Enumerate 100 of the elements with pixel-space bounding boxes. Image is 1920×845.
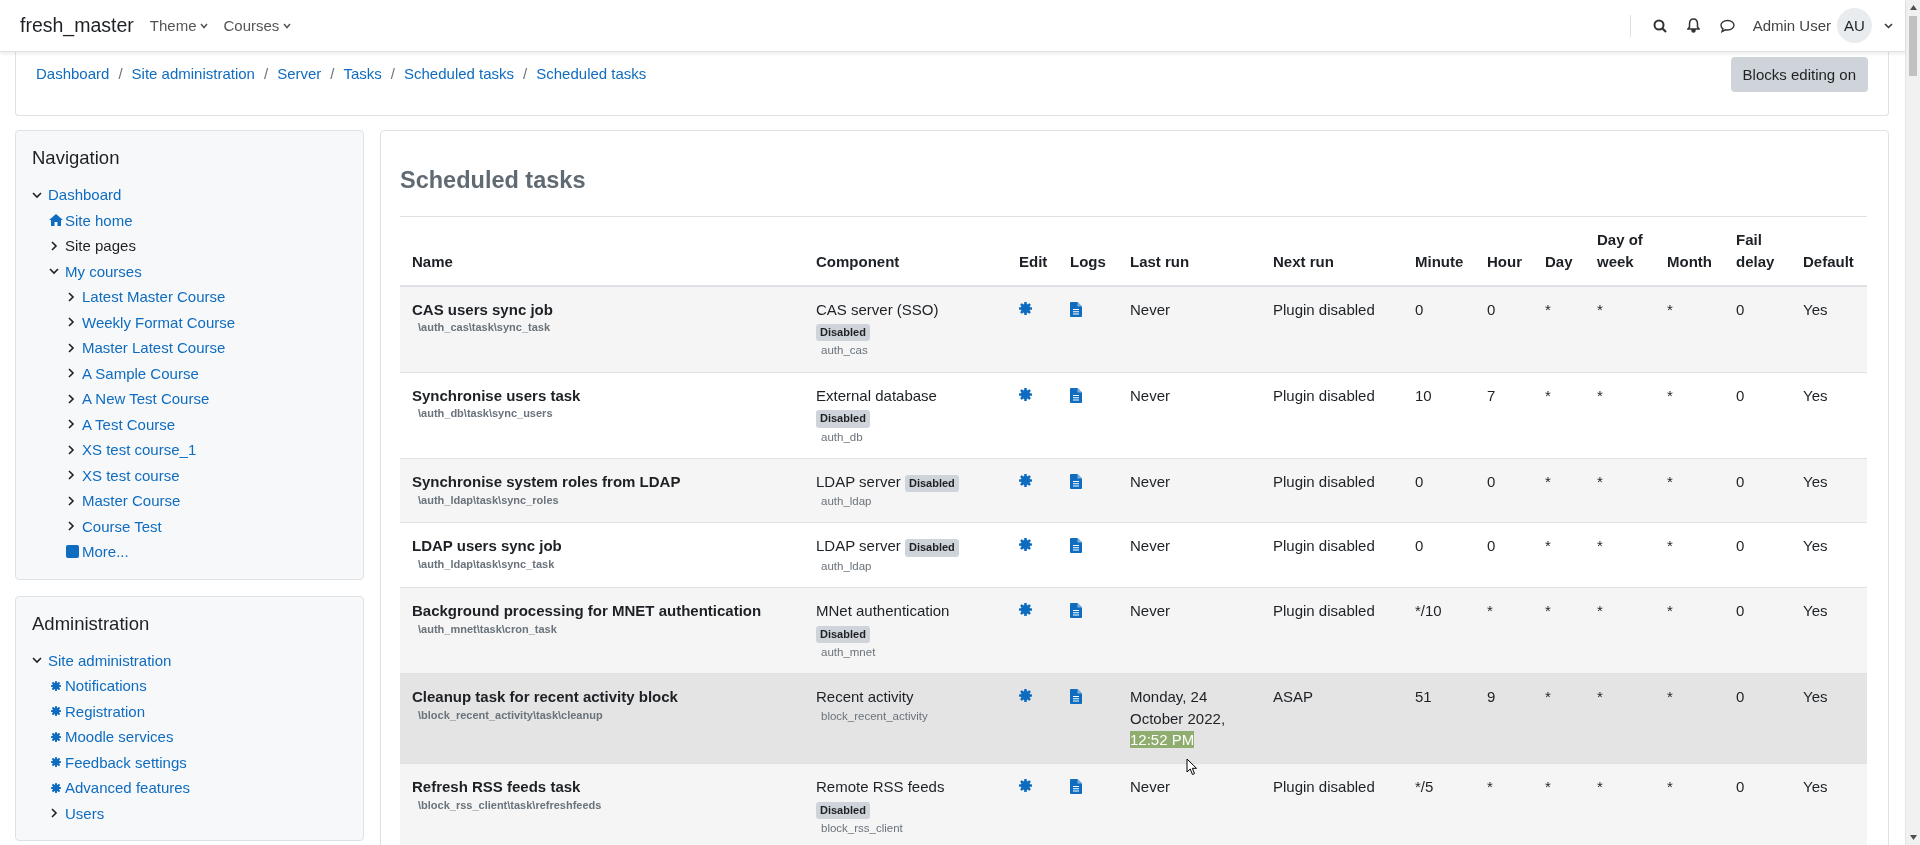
chevron-down-icon <box>49 266 59 277</box>
tree-item[interactable]: My courses <box>65 262 142 280</box>
settings-icon <box>51 678 61 693</box>
component-name: Remote RSS feeds <box>816 778 945 796</box>
chevron-right-icon <box>66 495 76 506</box>
tree-item[interactable]: Moodle services <box>65 728 174 746</box>
tree-item[interactable]: Users <box>65 804 105 822</box>
table-cell: * <box>1545 472 1551 490</box>
table-cell: Yes <box>1803 778 1828 796</box>
tree-item[interactable]: XS test course <box>82 466 180 484</box>
document-icon[interactable] <box>1070 473 1082 489</box>
task-classname: \auth_cas\task\sync_task <box>417 320 552 336</box>
status-badge: Disabled <box>904 474 959 493</box>
breadcrumb-separator: / <box>330 65 335 82</box>
tree-item[interactable]: A Test Course <box>82 415 176 433</box>
chevron-right-icon <box>66 419 76 430</box>
table-cell: Yes <box>1803 300 1828 318</box>
tree-item[interactable]: Course Test <box>82 517 162 535</box>
settings-icon <box>1019 688 1032 702</box>
settings-icon <box>1019 538 1032 552</box>
breadcrumb-link[interactable]: Scheduled tasks <box>404 65 515 82</box>
task-name: Refresh RSS feeds task <box>412 777 582 798</box>
user-avatar[interactable]: AU <box>1837 8 1872 43</box>
last-run-time: Never <box>1130 600 1171 621</box>
task-classname: \auth_db\task\sync_users <box>417 406 554 422</box>
component-name: Recent activity <box>816 687 914 705</box>
column-header: Default <box>1803 252 1854 270</box>
table-cell: * <box>1667 300 1673 318</box>
tree-item[interactable]: Latest Master Course <box>82 288 226 306</box>
table-cell: 0 <box>1736 778 1745 796</box>
tree-item[interactable]: Registration <box>65 702 146 720</box>
next-run-time: Plugin disabled <box>1273 601 1375 619</box>
block-title: Navigation <box>32 147 121 169</box>
search-icon[interactable] <box>1652 18 1667 33</box>
tree-item[interactable]: Advanced features <box>65 779 191 797</box>
document-icon[interactable] <box>1070 387 1082 403</box>
document-icon[interactable] <box>1070 602 1082 618</box>
document-icon[interactable] <box>1070 301 1082 317</box>
user-name[interactable]: Admin User <box>1752 17 1831 34</box>
column-header: Name <box>412 252 453 270</box>
menu-dropdown[interactable]: Courses <box>223 17 292 34</box>
task-classname: \auth_mnet\task\cron_task <box>417 621 558 637</box>
status-badge: Disabled <box>816 801 870 820</box>
document-icon[interactable] <box>1070 779 1082 795</box>
breadcrumb-link[interactable]: Server <box>277 65 322 82</box>
tree-item[interactable]: Site pages <box>65 237 136 255</box>
breadcrumb-link[interactable]: Scheduled tasks <box>536 65 647 82</box>
tree-item[interactable]: Weekly Format Course <box>82 313 236 331</box>
scroll-up-arrow-icon[interactable] <box>1909 5 1917 10</box>
task-name: Cleanup task for recent activity block <box>412 686 679 707</box>
column-header: Day <box>1545 252 1573 270</box>
table-cell: * <box>1667 687 1673 705</box>
tree-item[interactable]: More... <box>82 543 129 561</box>
tree-item[interactable]: Dashboard <box>48 186 122 204</box>
plugin-name: auth_ldap <box>820 494 873 510</box>
table-cell: 0 <box>1487 472 1496 490</box>
blocks-editing-button[interactable]: Blocks editing on <box>1730 57 1868 92</box>
column-header: Next run <box>1273 252 1334 270</box>
document-icon[interactable] <box>1070 688 1082 704</box>
table-cell: Yes <box>1803 386 1828 404</box>
site-name[interactable]: fresh_master <box>20 14 134 37</box>
scrollbar[interactable] <box>1905 0 1920 845</box>
breadcrumb-separator: / <box>118 65 123 82</box>
tree-item[interactable]: Master Course <box>82 492 181 510</box>
tree-item[interactable]: Feedback settings <box>65 753 187 771</box>
next-run-time: ASAP <box>1273 687 1314 705</box>
breadcrumb-link[interactable]: Dashboard <box>36 65 110 82</box>
tree-item[interactable]: XS test course_1 <box>82 441 197 459</box>
component-name: MNet authentication <box>816 601 950 619</box>
table-cell: Yes <box>1803 472 1828 490</box>
scroll-down-arrow-icon[interactable] <box>1909 835 1917 840</box>
last-run-time: Never <box>1130 777 1171 798</box>
table-cell: * <box>1667 537 1673 555</box>
plugin-name: auth_cas <box>820 343 869 359</box>
table-cell: * <box>1597 537 1603 555</box>
tree-item[interactable]: Site home <box>65 211 133 229</box>
tree-item[interactable]: Notifications <box>65 677 147 695</box>
chevron-right-icon <box>66 393 76 404</box>
table-cell: * <box>1667 778 1673 796</box>
document-icon[interactable] <box>1070 538 1082 554</box>
menu-dropdown[interactable]: Theme <box>149 17 209 34</box>
scrollbar-thumb[interactable] <box>1909 16 1917 76</box>
chevron-right-icon <box>66 342 76 353</box>
tree-item[interactable]: Master Latest Course <box>82 339 226 357</box>
breadcrumb-link[interactable]: Tasks <box>343 65 382 82</box>
caret-icon[interactable] <box>1884 22 1893 29</box>
column-header: Logs <box>1070 252 1106 270</box>
table-cell: * <box>1667 386 1673 404</box>
table-cell: 7 <box>1487 386 1496 404</box>
column-header: Fail delay <box>1736 230 1776 272</box>
bell-icon[interactable] <box>1686 18 1700 33</box>
chevron-right-icon <box>49 808 59 819</box>
chat-icon[interactable] <box>1719 18 1735 33</box>
table-cell: 10 <box>1415 386 1432 404</box>
tree-item[interactable]: A Sample Course <box>82 364 199 382</box>
breadcrumb-link[interactable]: Site administration <box>131 65 255 82</box>
plugin-name: block_rss_client <box>820 821 904 837</box>
home-icon <box>49 214 63 227</box>
tree-item[interactable]: A New Test Course <box>82 390 210 408</box>
tree-item[interactable]: Site administration <box>48 651 172 669</box>
